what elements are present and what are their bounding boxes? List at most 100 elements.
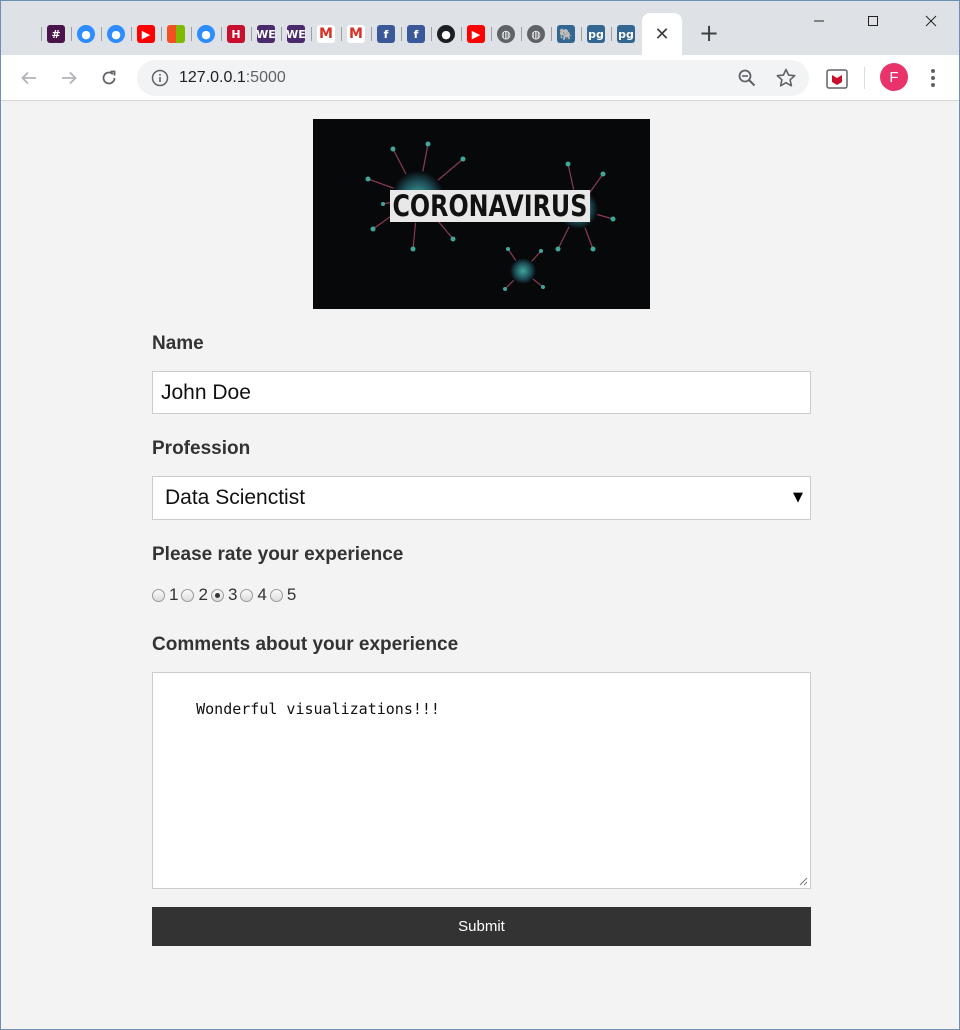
pinned-tab[interactable] (161, 21, 191, 47)
maximize-icon (868, 16, 878, 26)
minimize-icon (814, 20, 824, 22)
reload-button[interactable] (95, 64, 123, 92)
pg-icon: pg (617, 25, 635, 43)
maximize-button[interactable] (853, 7, 893, 35)
dropdown-arrow-icon: ▼ (793, 490, 803, 505)
name-input[interactable]: John Doe (152, 371, 811, 414)
pinned-tab[interactable]: ● (431, 21, 461, 47)
pinned-tab[interactable]: ◍ (521, 21, 551, 47)
facebook-icon: f (407, 25, 425, 43)
minimize-button[interactable] (799, 7, 839, 35)
close-window-button[interactable] (911, 7, 951, 35)
pinned-tab[interactable]: WE (251, 21, 281, 47)
rating-radio-group: 12345 (152, 585, 299, 605)
radio-label: 4 (257, 585, 267, 604)
rating-label: Please rate your experience (152, 544, 404, 565)
github-icon: ● (437, 25, 455, 43)
comments-label: Comments about your experience (152, 634, 459, 655)
pinned-tab[interactable]: ◍ (491, 21, 521, 47)
browser-toolbar: 127.0.0.1:5000 F (1, 55, 959, 101)
close-icon (925, 15, 937, 27)
address-bar[interactable]: 127.0.0.1:5000 (137, 60, 809, 96)
microsoft-icon (167, 25, 185, 43)
postgres-icon: 🐘 (557, 25, 575, 43)
pinned-tab[interactable]: f (371, 21, 401, 47)
apple-icon (17, 25, 35, 43)
pinned-tab[interactable]: WE (281, 21, 311, 47)
profession-select[interactable]: Data Scienctist ▼ (152, 476, 811, 520)
bookmark-star-icon[interactable] (775, 67, 797, 89)
pinned-tab[interactable]: ● (191, 21, 221, 47)
pinned-tab[interactable]: M (341, 21, 371, 47)
url-text[interactable]: 127.0.0.1:5000 (179, 69, 286, 87)
reload-icon (102, 70, 116, 85)
pinned-tab[interactable]: # (41, 21, 71, 47)
zoom-icon: ● (197, 25, 215, 43)
pinned-tab[interactable]: ▶ (131, 21, 161, 47)
info-icon[interactable] (151, 69, 169, 87)
radio-button[interactable] (210, 588, 224, 602)
pinned-tab[interactable] (11, 21, 41, 47)
back-button[interactable] (15, 64, 43, 92)
back-arrow-icon (21, 71, 36, 85)
rating-option-3[interactable]: 3 (210, 585, 238, 605)
banner-title: CORONAVIRUS (390, 190, 590, 223)
browser-window: # ● ● ▶ ● H WE WE M Mf f ● ▶ ◍ ◍ 🐘 pg pg ✕ + 127.0.0.1:50… (0, 0, 960, 1030)
zoom-icon[interactable] (737, 68, 757, 88)
forward-button[interactable] (55, 64, 83, 92)
pinned-tab[interactable]: f (401, 21, 431, 47)
globe-icon: ◍ (497, 25, 515, 43)
close-tab-icon[interactable]: ✕ (654, 24, 669, 45)
gmail-icon: M (317, 25, 335, 43)
profession-selected-value: Data Scienctist (165, 486, 306, 509)
youtube-icon: ▶ (137, 25, 155, 43)
extension-icon[interactable] (825, 67, 849, 91)
pinned-tab[interactable]: M (311, 21, 341, 47)
pinned-tab[interactable]: 🐘 (551, 21, 581, 47)
radio-button[interactable] (152, 588, 165, 602)
pinned-tab[interactable]: H (221, 21, 251, 47)
forward-arrow-icon (62, 71, 77, 85)
we-icon: WE (286, 25, 306, 43)
we-icon: WE (256, 25, 276, 43)
pinned-tab[interactable]: pg (581, 21, 611, 47)
active-tab[interactable]: ✕ (642, 13, 682, 55)
slack-icon: # (47, 25, 65, 43)
rating-option-1[interactable]: 1 (152, 585, 178, 605)
radio-label: 5 (286, 585, 297, 604)
pinned-tab[interactable]: ▶ (461, 21, 491, 47)
pinned-tabs: # ● ● ▶ ● H WE WE M Mf f ● ▶ ◍ ◍ 🐘 pg pg (11, 21, 641, 47)
radio-label: 1 (169, 585, 179, 604)
comments-text: Wonderful visualizations!!! (196, 700, 440, 718)
resize-handle-icon[interactable] (798, 876, 808, 886)
zoom-icon: ● (77, 25, 95, 43)
comments-textarea[interactable]: Wonderful visualizations!!! (152, 672, 811, 889)
tab-strip: # ● ● ▶ ● H WE WE M Mf f ● ▶ ◍ ◍ 🐘 pg pg ✕ + (1, 1, 959, 55)
profession-label: Profession (152, 438, 251, 459)
harvard-icon: H (227, 25, 245, 43)
pinned-tab[interactable]: ● (101, 21, 131, 47)
rating-option-5[interactable]: 5 (269, 585, 297, 605)
pinned-tab[interactable]: pg (611, 21, 641, 47)
url-port: :5000 (245, 69, 286, 86)
url-host: 127.0.0.1 (179, 69, 246, 86)
radio-button[interactable] (181, 588, 195, 602)
radio-button[interactable] (269, 588, 283, 602)
pinned-tab[interactable]: ● (71, 21, 101, 47)
name-label: Name (152, 333, 204, 354)
profile-avatar[interactable]: F (880, 63, 908, 91)
rating-option-4[interactable]: 4 (240, 585, 267, 605)
radio-label: 3 (227, 585, 238, 604)
submit-button[interactable]: Submit (152, 907, 811, 946)
pg-icon: pg (587, 25, 605, 43)
browser-menu-icon[interactable] (921, 65, 945, 91)
rating-option-2[interactable]: 2 (181, 585, 208, 605)
new-tab-button[interactable]: + (695, 19, 723, 47)
globe-icon: ◍ (527, 25, 545, 43)
toolbar-divider (864, 67, 865, 89)
gmail-icon: M (347, 25, 365, 43)
radio-label: 2 (198, 585, 208, 604)
zoom-icon: ● (107, 25, 125, 43)
radio-button[interactable] (240, 588, 254, 602)
coronavirus-banner-image: CORONAVIRUS (313, 119, 650, 309)
